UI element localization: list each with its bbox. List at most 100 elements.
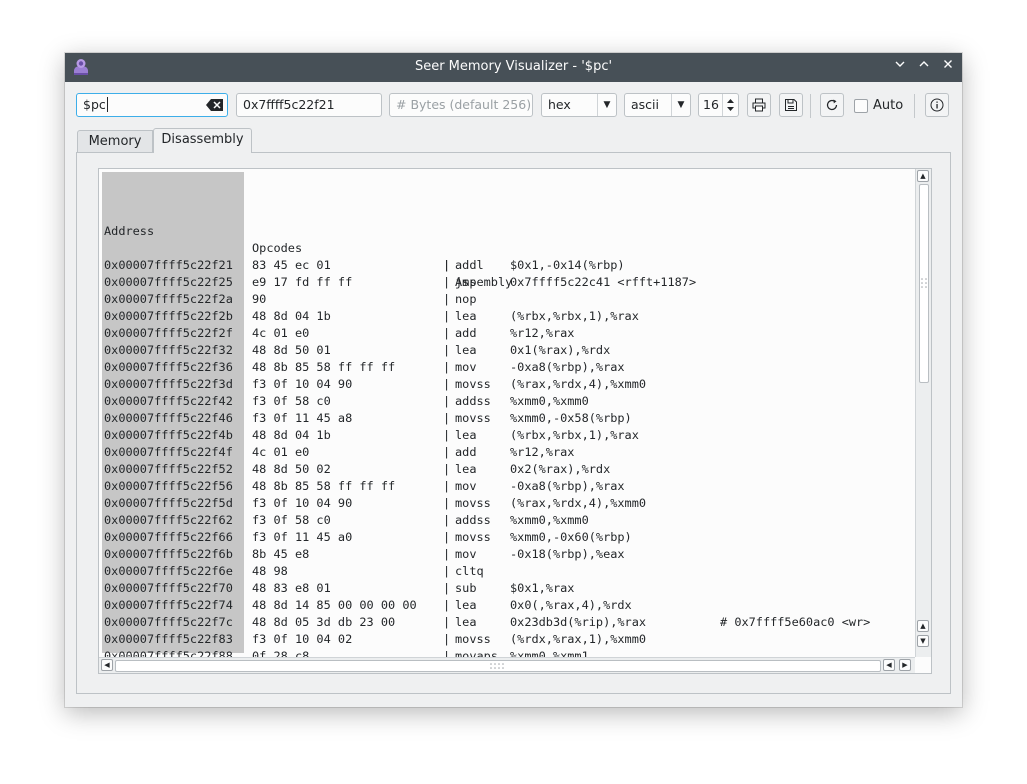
row-address: 0x00007ffff5c22f4f [104, 445, 233, 459]
charset-select[interactable]: ascii ▼ [624, 93, 691, 117]
minimize-button[interactable] [891, 58, 909, 76]
disassembly-row[interactable]: 0x00007ffff5c22f46 f3 0f 11 45 a8 | movss %x… [104, 410, 632, 427]
disassembly-row[interactable]: 0x00007ffff5c22f21 83 45 ec 01 | addl $0x1,-… [104, 257, 625, 274]
row-mnemonic: jmp [455, 275, 477, 289]
title-bar[interactable]: Seer Memory Visualizer - '$pc' [65, 53, 962, 82]
row-address: 0x00007ffff5c22f3d [104, 377, 233, 391]
row-address: 0x00007ffff5c22f6e [104, 564, 233, 578]
scroll-left-button[interactable]: ◀ [883, 659, 895, 671]
format-select[interactable]: hex ▼ [541, 93, 617, 117]
auto-checkbox[interactable] [854, 99, 868, 113]
disassembly-header: Address Opcodes | Assembly [104, 206, 512, 289]
address-field[interactable]: 0x7ffff5c22f21 [236, 93, 382, 117]
row-mnemonic: lea [455, 598, 477, 612]
scroll-right-button[interactable]: ▶ [899, 659, 911, 671]
horizontal-scrollbar[interactable]: ◀ ◀ ▶ [99, 657, 915, 673]
row-opcodes: f3 0f 10 04 02 [252, 632, 353, 646]
row-opcodes: 48 98 [252, 564, 288, 578]
row-mnemonic: add [455, 326, 477, 340]
row-comment: # 0x7ffff5e60ac0 <wr> [720, 615, 871, 629]
row-separator: | [443, 377, 451, 391]
toolbar: $pc 0x7ffff5c22f21 # Bytes (default 256)… [65, 82, 962, 126]
row-mnemonic: movss [455, 530, 491, 544]
row-separator: | [443, 275, 451, 289]
row-separator: | [443, 258, 451, 272]
disassembly-row[interactable]: 0x00007ffff5c22f74 48 8d 14 85 00 00 00 0… [104, 597, 632, 614]
row-address: 0x00007ffff5c22f62 [104, 513, 233, 527]
disassembly-row[interactable]: 0x00007ffff5c22f25 e9 17 fd ff ff | jmp 0x7f… [104, 274, 696, 291]
disassembly-row[interactable]: 0x00007ffff5c22f5d f3 0f 10 04 90 | movss (%… [104, 495, 646, 512]
scroll-up-button[interactable]: ▲ [917, 170, 929, 182]
expression-input-value: $pc [83, 97, 106, 112]
vertical-scroll-thumb[interactable] [919, 184, 929, 383]
row-opcodes: f3 0f 10 04 90 [252, 377, 353, 391]
disassembly-row[interactable]: 0x00007ffff5c22f32 48 8d 50 01 | lea 0x1(%ra… [104, 342, 610, 359]
row-separator: | [443, 326, 451, 340]
disassembly-row[interactable]: 0x00007ffff5c22f3d f3 0f 10 04 90 | movss (%… [104, 376, 646, 393]
row-operands: (%rax,%rdx,4),%xmm0 [510, 496, 647, 510]
tab-memory[interactable]: Memory [77, 130, 153, 154]
vertical-scrollbar[interactable]: ▲ ▲ ▼ [915, 169, 931, 657]
row-address: 0x00007ffff5c22f66 [104, 530, 233, 544]
disassembly-row[interactable]: 0x00007ffff5c22f7c 48 8d 05 3d db 23 00 | l… [104, 614, 870, 631]
info-button[interactable] [925, 93, 949, 117]
row-address: 0x00007ffff5c22f42 [104, 394, 233, 408]
save-button[interactable] [779, 93, 803, 117]
disassembly-row[interactable]: 0x00007ffff5c22f36 48 8b 85 58 ff ff ff | m… [104, 359, 625, 376]
disassembly-row[interactable]: 0x00007ffff5c22f4f 4c 01 e0 | add %r12,%rax [104, 444, 574, 461]
grip-icon [921, 278, 927, 288]
horizontal-scroll-thumb[interactable] [115, 660, 881, 672]
disassembly-row[interactable]: 0x00007ffff5c22f2f 4c 01 e0 | add %r12,%rax [104, 325, 574, 342]
row-operands: (%rdx,%rax,1),%xmm0 [510, 632, 647, 646]
disassembly-row[interactable]: 0x00007ffff5c22f4b 48 8d 04 1b | lea (%rbx,%… [104, 427, 639, 444]
scroll-up-button[interactable]: ▲ [917, 620, 929, 632]
disassembly-row[interactable]: 0x00007ffff5c22f2b 48 8d 04 1b | lea (%rbx,%… [104, 308, 639, 325]
row-operands: 0x0(,%rax,4),%rdx [510, 598, 632, 612]
row-separator: | [443, 394, 451, 408]
disassembly-row[interactable]: 0x00007ffff5c22f52 48 8d 50 02 | lea 0x2(%ra… [104, 461, 610, 478]
row-separator: | [443, 564, 451, 578]
toolbar-separator [810, 94, 811, 118]
row-operands: %xmm0,-0x58(%rbp) [510, 411, 632, 425]
row-separator: | [443, 615, 451, 629]
disassembly-row[interactable]: 0x00007ffff5c22f83 f3 0f 10 04 02 | movss (%… [104, 631, 646, 648]
maximize-button[interactable] [915, 58, 933, 76]
disassembly-row[interactable]: 0x00007ffff5c22f2a 90 | nop [104, 291, 476, 308]
disassembly-row[interactable]: 0x00007ffff5c22f42 f3 0f 58 c0 | addss %xmm0… [104, 393, 589, 410]
save-document-icon [785, 99, 797, 111]
row-mnemonic: movss [455, 632, 491, 646]
row-opcodes: f3 0f 58 c0 [252, 513, 331, 527]
refresh-button[interactable] [820, 93, 844, 117]
row-separator: | [443, 445, 451, 459]
tab-disassembly[interactable]: Disassembly [153, 128, 252, 153]
row-opcodes: f3 0f 11 45 a8 [252, 411, 353, 425]
scroll-left-button[interactable]: ◀ [101, 659, 113, 671]
row-separator: | [443, 479, 451, 493]
disassembly-row[interactable]: 0x00007ffff5c22f66 f3 0f 11 45 a0 | movss %x… [104, 529, 632, 546]
row-mnemonic: lea [455, 343, 477, 357]
row-address: 0x00007ffff5c22f70 [104, 581, 233, 595]
info-icon [930, 98, 944, 112]
disassembly-row[interactable]: 0x00007ffff5c22f6b 8b 45 e8 | mov -0x18(%rbp… [104, 546, 625, 563]
row-mnemonic: mov [455, 479, 477, 493]
close-button[interactable] [939, 58, 957, 76]
row-separator: | [443, 530, 451, 544]
scroll-down-button[interactable]: ▼ [917, 635, 929, 647]
print-button[interactable] [747, 93, 771, 117]
columns-spinbox[interactable]: 16 [698, 93, 739, 117]
disassembly-view[interactable]: Address Opcodes | Assembly 0x00007ffff5c… [98, 168, 932, 674]
disassembly-row[interactable]: 0x00007ffff5c22f56 48 8b 85 58 ff ff ff | m… [104, 478, 625, 495]
disassembly-row[interactable]: 0x00007ffff5c22f70 48 83 e8 01 | sub $0x1,%r… [104, 580, 574, 597]
spin-arrows[interactable] [722, 94, 738, 116]
clear-input-icon[interactable] [206, 99, 224, 111]
bytes-input[interactable]: # Bytes (default 256) [389, 93, 533, 117]
row-operands: %xmm0,-0x60(%rbp) [510, 530, 632, 544]
disassembly-row[interactable]: 0x00007ffff5c22f62 f3 0f 58 c0 | addss %xmm0… [104, 512, 589, 529]
row-separator: | [443, 513, 451, 527]
row-separator: | [443, 598, 451, 612]
row-operands: $0x1,-0x14(%rbp) [510, 258, 625, 272]
row-opcodes: 48 8d 50 01 [252, 343, 331, 357]
disassembly-row[interactable]: 0x00007ffff5c22f6e 48 98 | cltq [104, 563, 484, 580]
row-mnemonic: cltq [455, 564, 484, 578]
columns-spinbox-value: 16 [703, 97, 719, 112]
